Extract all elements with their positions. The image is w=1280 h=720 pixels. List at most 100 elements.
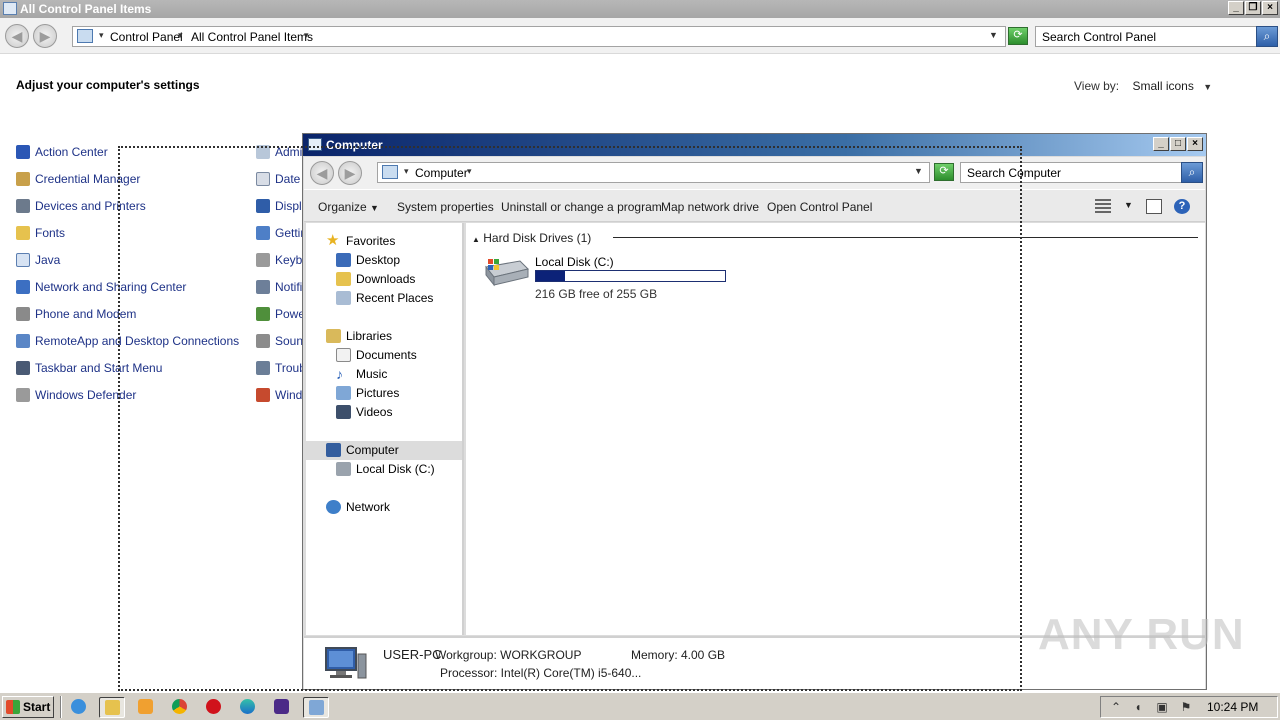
address-dropdown-icon[interactable]: ▼ bbox=[914, 166, 923, 176]
open-control-panel-button[interactable]: Open Control Panel bbox=[767, 200, 872, 214]
taskbar-media-player-icon[interactable] bbox=[133, 697, 159, 718]
view-options-icon[interactable] bbox=[1095, 199, 1111, 214]
breadcrumb-separator-icon[interactable]: ▾ bbox=[178, 30, 183, 41]
windows-logo-icon bbox=[6, 700, 20, 714]
taskbar-opera-icon[interactable] bbox=[201, 697, 227, 718]
chevron-down-icon[interactable]: ▼ bbox=[1203, 82, 1212, 92]
minimize-button[interactable]: _ bbox=[1153, 137, 1169, 151]
control-panel-titlebar[interactable]: All Control Panel Items _ ❐ × bbox=[0, 0, 1280, 18]
drive-usage-fill bbox=[536, 271, 565, 281]
view-by-dropdown[interactable]: Small icons bbox=[1132, 79, 1193, 93]
address-dropdown-icon[interactable]: ▼ bbox=[989, 30, 998, 40]
network-icon bbox=[16, 280, 30, 294]
star-icon: ★ bbox=[326, 232, 340, 249]
cp-item-label: Phone and Modem bbox=[35, 307, 137, 321]
cp-item-label: Windows Defender bbox=[35, 388, 137, 402]
nav-label: Music bbox=[356, 367, 388, 381]
refresh-button[interactable]: ⟳ bbox=[1008, 27, 1028, 45]
nav-label: Favorites bbox=[346, 234, 396, 248]
taskbar-control-panel-icon[interactable] bbox=[303, 697, 329, 718]
search-input[interactable]: Search Control Panel bbox=[1035, 26, 1257, 47]
address-bar[interactable]: ▾ Control Panel ▾ All Control Panel Item… bbox=[72, 26, 1006, 47]
nav-label: Pictures bbox=[356, 386, 400, 400]
phone-icon bbox=[16, 307, 30, 321]
window-title: All Control Panel Items bbox=[20, 2, 152, 16]
sound-icon bbox=[256, 334, 270, 348]
control-panel-address-icon bbox=[77, 29, 93, 43]
drive-name[interactable]: Local Disk (C:) bbox=[535, 255, 614, 269]
calendar-icon bbox=[256, 172, 270, 186]
drive-free-space: 216 GB free of 255 GB bbox=[535, 287, 658, 301]
uninstall-program-button[interactable]: Uninstall or change a program bbox=[501, 200, 662, 214]
back-button[interactable]: ◀ bbox=[310, 161, 334, 185]
search-icon[interactable]: ⌕ bbox=[1181, 162, 1203, 183]
taskbar-edge-icon[interactable] bbox=[235, 697, 261, 718]
nav-label: Recent Places bbox=[356, 291, 434, 305]
network-tray-icon[interactable]: ▣ bbox=[1155, 700, 1169, 714]
restore-button[interactable]: ❐ bbox=[1245, 1, 1261, 15]
help-icon[interactable]: ? bbox=[1174, 199, 1190, 214]
volume-icon[interactable]: ◖ bbox=[1131, 700, 1145, 714]
address-bar[interactable]: ▾ Computer ▾ ▼ bbox=[377, 162, 930, 183]
breadcrumb-separator-icon[interactable]: ▾ bbox=[99, 30, 104, 41]
content-pane: ▲ Hard Disk Drives (1) Local Disk (C:) 2… bbox=[466, 223, 1205, 635]
memory: Memory: 4.00 GB bbox=[631, 648, 726, 662]
close-button[interactable]: × bbox=[1187, 137, 1203, 151]
flag-icon bbox=[16, 145, 30, 159]
breadcrumb-separator-icon[interactable]: ▾ bbox=[467, 166, 472, 177]
preview-pane-icon[interactable] bbox=[1146, 199, 1162, 214]
control-panel-navbar: ◀ ▶ ▾ Control Panel ▾ All Control Panel … bbox=[0, 18, 1280, 54]
minimize-button[interactable]: _ bbox=[1228, 1, 1244, 15]
computer-address-icon bbox=[382, 165, 398, 179]
remote-desktop-icon bbox=[16, 334, 30, 348]
nav-label: Computer bbox=[346, 443, 399, 457]
fonts-folder-icon bbox=[16, 226, 30, 240]
nav-label: Libraries bbox=[346, 329, 393, 343]
map-network-drive-button[interactable]: Map network drive bbox=[661, 200, 759, 214]
workgroup: Workgroup: WORKGROUP bbox=[435, 648, 582, 662]
computer-icon bbox=[326, 443, 341, 457]
search-icon[interactable]: ⌕ bbox=[1256, 26, 1278, 47]
group-header[interactable]: ▲ Hard Disk Drives (1) bbox=[472, 231, 591, 245]
breadcrumb-control-panel[interactable]: Control Panel bbox=[110, 30, 183, 44]
nav-label: Documents bbox=[356, 348, 417, 362]
start-label: Start bbox=[23, 700, 51, 714]
hard-drive-icon[interactable] bbox=[482, 253, 530, 289]
taskbar-explorer-icon[interactable] bbox=[99, 697, 125, 718]
show-hidden-icons-icon[interactable]: ⌃ bbox=[1109, 700, 1123, 714]
maximize-button[interactable]: □ bbox=[1170, 137, 1186, 151]
action-center-flag-icon[interactable]: ⚑ bbox=[1179, 700, 1193, 714]
getting-started-icon bbox=[256, 226, 270, 240]
keyboard-icon bbox=[256, 253, 270, 267]
start-button[interactable]: Start bbox=[2, 696, 54, 718]
group-header-label: Hard Disk Drives (1) bbox=[483, 231, 592, 245]
computer-window: Computer _ □ × ◀ ▶ ▾ Computer ▾ ▼ ⟳ Sear… bbox=[302, 133, 1207, 690]
drive-usage-bar bbox=[535, 270, 726, 282]
refresh-button[interactable]: ⟳ bbox=[934, 163, 954, 181]
system-properties-button[interactable]: System properties bbox=[397, 200, 494, 214]
back-button[interactable]: ◀ bbox=[5, 24, 29, 48]
clock[interactable]: 10:24 PM bbox=[1207, 700, 1258, 714]
breadcrumb-separator-icon[interactable]: ▾ bbox=[404, 166, 409, 177]
chevron-down-icon[interactable]: ▼ bbox=[1124, 200, 1133, 210]
navigation-pane: ★ Favorites Desktop Downloads Recent Pla… bbox=[306, 223, 464, 635]
forward-button[interactable]: ▶ bbox=[33, 24, 57, 48]
organize-button[interactable]: Organize ▼ bbox=[318, 200, 379, 214]
computer-titlebar[interactable]: Computer _ □ × bbox=[303, 134, 1206, 156]
taskbar-app-icon[interactable] bbox=[269, 697, 295, 718]
close-button[interactable]: × bbox=[1262, 1, 1278, 15]
taskbar-ie-icon[interactable] bbox=[66, 697, 92, 718]
chevron-down-icon: ▼ bbox=[370, 203, 379, 213]
forward-button[interactable]: ▶ bbox=[338, 161, 362, 185]
java-icon bbox=[16, 253, 30, 267]
admin-tools-icon bbox=[256, 145, 270, 159]
breadcrumb-separator-icon[interactable]: ▾ bbox=[304, 30, 309, 41]
printer-icon bbox=[16, 199, 30, 213]
nav-computer[interactable]: Computer bbox=[306, 441, 462, 460]
breadcrumb-computer[interactable]: Computer bbox=[415, 166, 468, 180]
breadcrumb-all-items[interactable]: All Control Panel Items bbox=[191, 30, 313, 44]
taskbar-chrome-icon[interactable] bbox=[167, 697, 193, 718]
windows-update-icon bbox=[256, 388, 270, 402]
nav-label: Desktop bbox=[356, 253, 401, 267]
search-input[interactable]: Search Computer bbox=[960, 162, 1182, 183]
